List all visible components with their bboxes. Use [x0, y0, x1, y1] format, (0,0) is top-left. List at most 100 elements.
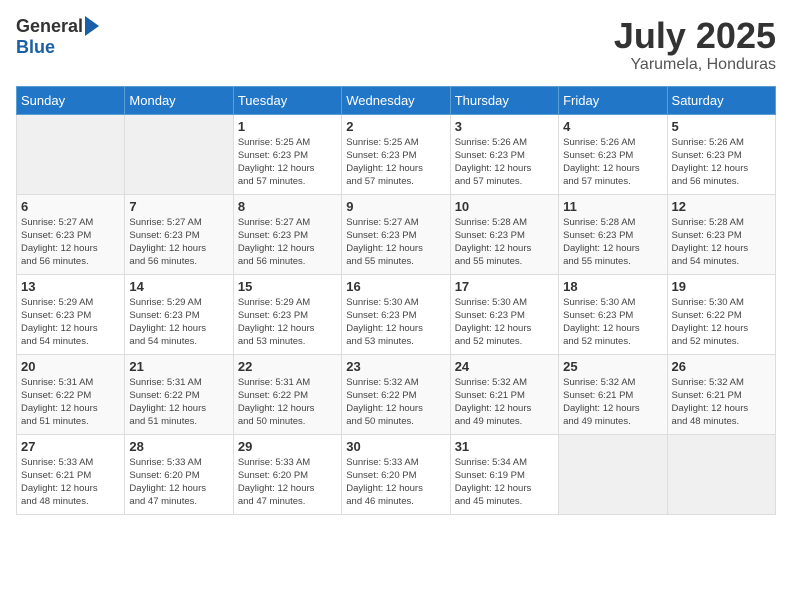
day-number: 31	[455, 439, 554, 454]
day-info: Sunrise: 5:28 AMSunset: 6:23 PMDaylight:…	[455, 216, 554, 269]
weekday-header-wednesday: Wednesday	[342, 86, 450, 114]
location-text: Yarumela, Honduras	[614, 56, 776, 74]
calendar-cell: 17 Sunrise: 5:30 AMSunset: 6:23 PMDayligh…	[450, 274, 558, 354]
day-number: 10	[455, 199, 554, 214]
day-number: 28	[129, 439, 228, 454]
day-number: 19	[672, 279, 771, 294]
day-info: Sunrise: 5:30 AMSunset: 6:23 PMDaylight:…	[563, 296, 662, 349]
calendar-table: SundayMondayTuesdayWednesdayThursdayFrid…	[16, 86, 776, 515]
calendar-cell: 9 Sunrise: 5:27 AMSunset: 6:23 PMDaylight…	[342, 194, 450, 274]
day-info: Sunrise: 5:26 AMSunset: 6:23 PMDaylight:…	[672, 136, 771, 189]
calendar-week-row: 20 Sunrise: 5:31 AMSunset: 6:22 PMDayligh…	[17, 354, 776, 434]
calendar-cell: 11 Sunrise: 5:28 AMSunset: 6:23 PMDayligh…	[559, 194, 667, 274]
day-number: 6	[21, 199, 120, 214]
day-number: 5	[672, 119, 771, 134]
day-info: Sunrise: 5:30 AMSunset: 6:23 PMDaylight:…	[455, 296, 554, 349]
day-info: Sunrise: 5:34 AMSunset: 6:19 PMDaylight:…	[455, 456, 554, 509]
logo-arrow-icon	[85, 16, 99, 36]
day-number: 26	[672, 359, 771, 374]
page-header: General Blue July 2025 Yarumela, Hondura…	[16, 16, 776, 74]
day-number: 12	[672, 199, 771, 214]
calendar-cell: 8Sunrise: 5:27 AMSunset: 6:23 PMDaylight…	[233, 194, 341, 274]
calendar-week-row: 27 Sunrise: 5:33 AMSunset: 6:21 PMDayligh…	[17, 434, 776, 514]
calendar-cell: 25Sunrise: 5:32 AMSunset: 6:21 PMDayligh…	[559, 354, 667, 434]
day-info: Sunrise: 5:32 AMSunset: 6:22 PMDaylight:…	[346, 376, 445, 429]
day-info: Sunrise: 5:29 AMSunset: 6:23 PMDaylight:…	[21, 296, 120, 349]
calendar-cell: 7 Sunrise: 5:27 AMSunset: 6:23 PMDaylight…	[125, 194, 233, 274]
day-number: 17	[455, 279, 554, 294]
day-info: Sunrise: 5:28 AMSunset: 6:23 PMDaylight:…	[563, 216, 662, 269]
calendar-cell: 5 Sunrise: 5:26 AMSunset: 6:23 PMDaylight…	[667, 114, 775, 194]
calendar-cell: 29 Sunrise: 5:33 AMSunset: 6:20 PMDayligh…	[233, 434, 341, 514]
logo: General Blue	[16, 16, 99, 58]
calendar-week-row: 6 Sunrise: 5:27 AMSunset: 6:23 PMDaylight…	[17, 194, 776, 274]
day-info: Sunrise: 5:31 AMSunset: 6:22 PMDaylight:…	[129, 376, 228, 429]
calendar-cell: 24Sunrise: 5:32 AMSunset: 6:21 PMDayligh…	[450, 354, 558, 434]
calendar-cell: 4 Sunrise: 5:26 AMSunset: 6:23 PMDaylight…	[559, 114, 667, 194]
day-info: Sunrise: 5:32 AMSunset: 6:21 PMDaylight:…	[563, 376, 662, 429]
calendar-cell: 20Sunrise: 5:31 AMSunset: 6:22 PMDayligh…	[17, 354, 125, 434]
calendar-cell: 23Sunrise: 5:32 AMSunset: 6:22 PMDayligh…	[342, 354, 450, 434]
calendar-cell: 1Sunrise: 5:25 AMSunset: 6:23 PMDaylight…	[233, 114, 341, 194]
calendar-cell	[667, 434, 775, 514]
calendar-cell: 26 Sunrise: 5:32 AMSunset: 6:21 PMDayligh…	[667, 354, 775, 434]
day-number: 29	[238, 439, 337, 454]
day-info: Sunrise: 5:27 AMSunset: 6:23 PMDaylight:…	[346, 216, 445, 269]
calendar-cell	[125, 114, 233, 194]
day-info: Sunrise: 5:30 AMSunset: 6:23 PMDaylight:…	[346, 296, 445, 349]
day-info: Sunrise: 5:27 AMSunset: 6:23 PMDaylight:…	[238, 216, 337, 269]
day-info: Sunrise: 5:33 AMSunset: 6:20 PMDaylight:…	[346, 456, 445, 509]
day-info: Sunrise: 5:32 AMSunset: 6:21 PMDaylight:…	[672, 376, 771, 429]
calendar-cell: 21 Sunrise: 5:31 AMSunset: 6:22 PMDayligh…	[125, 354, 233, 434]
day-info: Sunrise: 5:27 AMSunset: 6:23 PMDaylight:…	[129, 216, 228, 269]
calendar-cell: 14 Sunrise: 5:29 AMSunset: 6:23 PMDayligh…	[125, 274, 233, 354]
day-info: Sunrise: 5:26 AMSunset: 6:23 PMDaylight:…	[455, 136, 554, 189]
weekday-header-row: SundayMondayTuesdayWednesdayThursdayFrid…	[17, 86, 776, 114]
day-number: 27	[21, 439, 120, 454]
weekday-header-thursday: Thursday	[450, 86, 558, 114]
calendar-cell	[559, 434, 667, 514]
day-info: Sunrise: 5:33 AMSunset: 6:20 PMDaylight:…	[129, 456, 228, 509]
weekday-header-monday: Monday	[125, 86, 233, 114]
calendar-cell: 15 Sunrise: 5:29 AMSunset: 6:23 PMDayligh…	[233, 274, 341, 354]
calendar-cell: 30Sunrise: 5:33 AMSunset: 6:20 PMDayligh…	[342, 434, 450, 514]
day-number: 15	[238, 279, 337, 294]
weekday-header-saturday: Saturday	[667, 86, 775, 114]
calendar-cell: 19 Sunrise: 5:30 AMSunset: 6:22 PMDayligh…	[667, 274, 775, 354]
calendar-cell: 22 Sunrise: 5:31 AMSunset: 6:22 PMDayligh…	[233, 354, 341, 434]
day-number: 3	[455, 119, 554, 134]
day-number: 20	[21, 359, 120, 374]
day-number: 1	[238, 119, 337, 134]
day-number: 4	[563, 119, 662, 134]
calendar-week-row: 1Sunrise: 5:25 AMSunset: 6:23 PMDaylight…	[17, 114, 776, 194]
day-info: Sunrise: 5:30 AMSunset: 6:22 PMDaylight:…	[672, 296, 771, 349]
day-info: Sunrise: 5:33 AMSunset: 6:21 PMDaylight:…	[21, 456, 120, 509]
day-info: Sunrise: 5:28 AMSunset: 6:23 PMDaylight:…	[672, 216, 771, 269]
day-info: Sunrise: 5:26 AMSunset: 6:23 PMDaylight:…	[563, 136, 662, 189]
day-info: Sunrise: 5:33 AMSunset: 6:20 PMDaylight:…	[238, 456, 337, 509]
day-number: 11	[563, 199, 662, 214]
calendar-cell: 18 Sunrise: 5:30 AMSunset: 6:23 PMDayligh…	[559, 274, 667, 354]
calendar-cell: 13Sunrise: 5:29 AMSunset: 6:23 PMDayligh…	[17, 274, 125, 354]
calendar-cell: 28 Sunrise: 5:33 AMSunset: 6:20 PMDayligh…	[125, 434, 233, 514]
calendar-cell: 3 Sunrise: 5:26 AMSunset: 6:23 PMDaylight…	[450, 114, 558, 194]
day-number: 9	[346, 199, 445, 214]
weekday-header-friday: Friday	[559, 86, 667, 114]
day-info: Sunrise: 5:31 AMSunset: 6:22 PMDaylight:…	[238, 376, 337, 429]
calendar-week-row: 13Sunrise: 5:29 AMSunset: 6:23 PMDayligh…	[17, 274, 776, 354]
day-number: 22	[238, 359, 337, 374]
calendar-cell: 10 Sunrise: 5:28 AMSunset: 6:23 PMDayligh…	[450, 194, 558, 274]
day-info: Sunrise: 5:29 AMSunset: 6:23 PMDaylight:…	[129, 296, 228, 349]
day-number: 21	[129, 359, 228, 374]
calendar-cell	[17, 114, 125, 194]
weekday-header-sunday: Sunday	[17, 86, 125, 114]
calendar-cell: 27 Sunrise: 5:33 AMSunset: 6:21 PMDayligh…	[17, 434, 125, 514]
day-number: 18	[563, 279, 662, 294]
day-number: 2	[346, 119, 445, 134]
day-info: Sunrise: 5:32 AMSunset: 6:21 PMDaylight:…	[455, 376, 554, 429]
logo-general-text: General	[16, 16, 83, 37]
day-number: 14	[129, 279, 228, 294]
day-number: 16	[346, 279, 445, 294]
day-number: 7	[129, 199, 228, 214]
day-info: Sunrise: 5:29 AMSunset: 6:23 PMDaylight:…	[238, 296, 337, 349]
